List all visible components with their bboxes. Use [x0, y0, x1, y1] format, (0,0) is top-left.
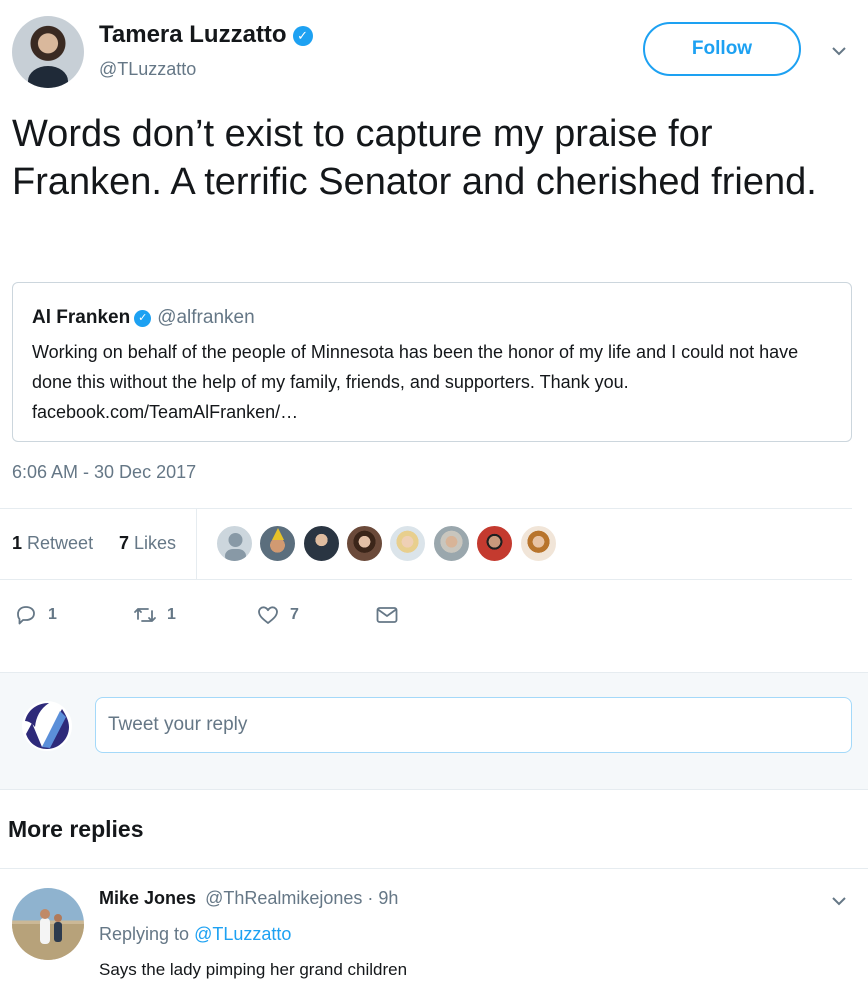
tweet-text: Words don’t exist to capture my praise f… — [12, 113, 817, 203]
quoted-tweet[interactable]: Al Franken ✓ @alfranken Working on behalf … — [12, 282, 852, 442]
retweet-count: 1 — [167, 606, 176, 623]
follow-button[interactable]: Follow — [643, 22, 801, 76]
tweet-header: Tamera Luzzatto ✓ @TLuzzatto Follow — [0, 0, 868, 100]
tweet-stats: 1 Retweet 7 Likes — [0, 508, 852, 580]
reply-author-name[interactable]: Mike Jones — [99, 888, 196, 908]
author-handle[interactable]: @TLuzzatto — [99, 59, 196, 80]
liker-avatar[interactable] — [346, 525, 383, 562]
reply-count: 1 — [48, 606, 57, 623]
likes-stat-label: Likes — [134, 533, 177, 553]
stats-divider — [196, 509, 197, 579]
reply-author-avatar[interactable] — [12, 888, 84, 960]
current-user-avatar[interactable] — [22, 701, 72, 751]
author-name-text: Tamera Luzzatto — [99, 21, 287, 48]
likes-stat-count: 7 — [119, 533, 130, 553]
likes-stat[interactable]: 7 Likes — [119, 533, 176, 554]
quoted-author-handle: @alfranken — [157, 307, 255, 328]
reply-action[interactable]: 1 — [14, 600, 57, 630]
retweet-stat[interactable]: 1 Retweet — [12, 533, 93, 554]
liker-avatar[interactable] — [389, 525, 426, 562]
reply-time[interactable]: · 9h — [367, 888, 398, 908]
retweet-icon — [134, 608, 156, 622]
liker-avatar[interactable] — [303, 525, 340, 562]
envelope-icon — [376, 607, 398, 623]
divider — [0, 868, 868, 869]
retweet-stat-count: 1 — [12, 533, 23, 553]
reply-composer — [0, 672, 868, 790]
reply-tweet[interactable]: Mike Jones @ThRealmikejones · 9h Replyin… — [0, 870, 868, 998]
reply-author-handle[interactable]: @ThRealmikejones — [205, 888, 362, 908]
tweet-timestamp[interactable]: 6:06 AM - 30 Dec 2017 — [12, 462, 196, 483]
liker-avatar[interactable] — [259, 525, 296, 562]
like-count: 7 — [290, 606, 299, 623]
chevron-down-icon[interactable] — [828, 890, 850, 912]
reply-input[interactable] — [95, 697, 852, 753]
direct-message-action[interactable] — [375, 600, 399, 630]
replying-to-prefix: Replying to — [99, 924, 190, 944]
quoted-tweet-text: Working on behalf of the people of Minne… — [32, 342, 799, 422]
author-avatar[interactable] — [12, 16, 84, 88]
replying-to-link[interactable]: @TLuzzatto — [194, 924, 291, 944]
reply-author: Mike Jones @ThRealmikejones · 9h — [99, 888, 398, 909]
liker-avatar[interactable] — [216, 525, 253, 562]
heart-icon — [258, 606, 278, 624]
like-action[interactable]: 7 — [256, 600, 299, 630]
chevron-down-icon[interactable] — [828, 40, 850, 62]
liker-avatar[interactable] — [520, 525, 557, 562]
liker-avatar[interactable] — [476, 525, 513, 562]
verified-badge-icon: ✓ — [292, 26, 313, 46]
liker-avatar[interactable] — [433, 525, 470, 562]
replying-to: Replying to @TLuzzatto — [99, 924, 291, 945]
quoted-author-name: Al Franken — [32, 307, 131, 328]
retweet-stat-label: Retweet — [27, 533, 94, 553]
reply-text: Says the lady pimping her grand children — [99, 960, 408, 979]
verified-badge-icon: ✓ — [134, 310, 152, 327]
reply-icon — [17, 606, 35, 625]
author-name[interactable]: Tamera Luzzatto ✓ — [99, 21, 313, 49]
more-replies-heading: More replies — [8, 816, 144, 842]
retweet-action[interactable]: 1 — [133, 600, 176, 630]
quoted-author: Al Franken ✓ @alfranken — [32, 307, 255, 329]
tweet-actions: 1 1 7 — [0, 590, 868, 640]
